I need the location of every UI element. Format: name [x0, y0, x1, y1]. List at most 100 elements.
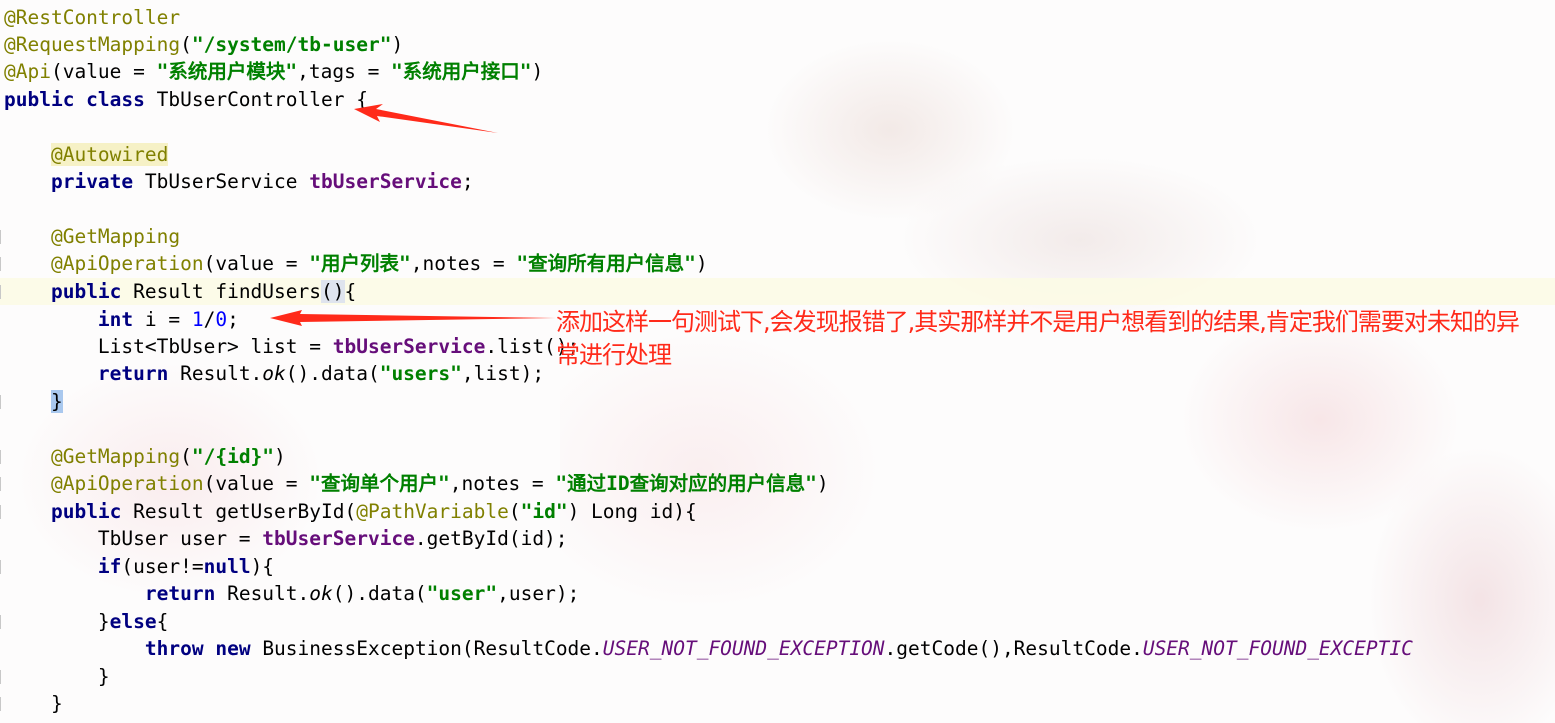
string-literal: "user"	[426, 582, 498, 605]
code-text: .getById(id);	[414, 527, 568, 550]
code-line-18[interactable]: if(user!=null){	[4, 553, 274, 580]
number-literal: 1	[191, 308, 204, 331]
code-text: ().data(	[332, 582, 427, 605]
code-line-15[interactable]: @ApiOperation(value = "查询单个用户",notes = "…	[4, 470, 829, 497]
code-line-9[interactable]: public Result findUsers(){	[4, 278, 356, 305]
code-line-4[interactable]: public class TbUserController {	[4, 86, 368, 113]
code-text: List<TbUser> list =	[97, 335, 333, 358]
code-line-11[interactable]: List<TbUser> list = tbUserService.list()…	[4, 333, 579, 360]
code-text: }	[50, 692, 63, 715]
code-text: ,list);	[461, 362, 545, 385]
code-text: )	[391, 33, 404, 56]
code-text: ,user);	[497, 582, 580, 605]
method-signature: Result findUsers	[121, 280, 322, 303]
code-text: (	[180, 33, 192, 56]
code-text: /	[203, 308, 216, 331]
keyword: return	[97, 362, 169, 385]
code-text: (value =	[50, 60, 157, 83]
paren-match-highlight: ()	[321, 280, 345, 303]
code-text: Result getUserById(	[121, 500, 357, 523]
string-literal: "查询单个用户"	[309, 472, 450, 495]
keyword: if	[97, 555, 122, 578]
string-literal: "/system/tb-user"	[191, 33, 392, 56]
static-method: ok	[262, 362, 286, 385]
code-text: ,tags =	[297, 60, 392, 83]
annotation-highlighted: @Autowired	[50, 143, 169, 166]
keyword: else	[109, 610, 157, 633]
number-literal: 0	[215, 308, 228, 331]
field-name: tbUserService	[309, 170, 462, 193]
code-text: }	[97, 665, 110, 688]
string-literal: "通过ID查询对应的用户信息"	[555, 472, 817, 495]
annotation: @ApiOperation	[50, 472, 204, 495]
code-text: ().data(	[285, 362, 380, 385]
code-text: (value =	[203, 472, 310, 495]
code-text: )	[531, 60, 544, 83]
code-line-23[interactable]: }	[4, 690, 63, 717]
code-line-19[interactable]: return Result.ok().data("user",user);	[4, 580, 579, 607]
code-text: i =	[133, 308, 192, 331]
keyword: public	[50, 500, 122, 523]
string-literal: "用户列表"	[309, 252, 411, 275]
code-line-21[interactable]: throw new BusinessException(ResultCode.U…	[4, 635, 1413, 662]
code-line-10[interactable]: int i = 1/0;	[4, 306, 239, 333]
code-line-16[interactable]: public Result getUserById(@PathVariable(…	[4, 498, 697, 525]
code-line-8[interactable]: @ApiOperation(value = "用户列表",notes = "查询…	[4, 250, 708, 277]
string-literal: "/{id}"	[191, 445, 275, 468]
brace-match-highlight: }	[50, 390, 63, 413]
code-line-7[interactable]: @GetMapping	[4, 223, 180, 250]
keyword: public class	[4, 88, 145, 111]
annotation: @GetMapping	[50, 445, 181, 468]
code-line-6[interactable]: private TbUserService tbUserService;	[4, 168, 474, 195]
code-text: ;	[227, 308, 239, 331]
code-text: Result.	[168, 362, 263, 385]
code-text: ,notes =	[410, 252, 517, 275]
annotation: @ApiOperation	[50, 252, 204, 275]
code-text: BusinessException(ResultCode.	[250, 637, 603, 660]
keyword: null	[203, 555, 251, 578]
keyword: new	[215, 637, 251, 660]
code-line-12[interactable]: return Result.ok().data("users",list);	[4, 360, 544, 387]
annotation: @GetMapping	[50, 225, 181, 248]
static-constant: USER_NOT_FOUND_EXCEPTION	[602, 637, 885, 660]
code-text: )	[695, 252, 708, 275]
type-name: TbUserService	[133, 170, 310, 193]
code-line-20[interactable]: }else{	[4, 608, 168, 635]
code-line-2[interactable]: @RequestMapping("/system/tb-user")	[4, 31, 403, 58]
code-text: (	[180, 445, 192, 468]
keyword: return	[144, 582, 216, 605]
code-text: (user!=	[121, 555, 204, 578]
code-line-5[interactable]: @Autowired	[4, 141, 169, 168]
keyword: public	[50, 280, 122, 303]
arrow-to-division	[270, 310, 556, 326]
string-literal: "users"	[379, 362, 462, 385]
string-literal: "系统用户模块"	[156, 60, 298, 83]
code-line-13[interactable]: }	[4, 388, 63, 415]
arrow-to-class	[354, 104, 498, 133]
code-text: (	[508, 500, 521, 523]
keyword: throw	[144, 637, 204, 660]
code-line-22[interactable]: }	[4, 663, 110, 690]
code-text: Result.	[215, 582, 310, 605]
code-line-1[interactable]: @RestController	[4, 4, 180, 31]
code-text: ){	[250, 555, 275, 578]
code-line-3[interactable]: @Api(value = "系统用户模块",tags = "系统用户接口")	[4, 58, 543, 85]
class-name: TbUserController {	[144, 88, 368, 111]
code-text: {	[156, 610, 169, 633]
code-text: {	[344, 280, 357, 303]
code-line-17[interactable]: TbUser user = tbUserService.getById(id);	[4, 525, 568, 552]
code-text: (value =	[203, 252, 310, 275]
field-name: tbUserService	[262, 527, 415, 550]
code-text: .getCode(),ResultCode.	[884, 637, 1143, 660]
annotation: @RestController	[4, 6, 181, 29]
keyword: private	[50, 170, 134, 193]
code-text: ) Long id){	[567, 500, 697, 523]
string-literal: "id"	[520, 500, 568, 523]
annotation: @Api	[4, 60, 51, 83]
code-line-14[interactable]: @GetMapping("/{id}")	[4, 443, 286, 470]
code-text: )	[816, 472, 829, 495]
string-literal: "系统用户接口"	[391, 60, 532, 83]
code-editor[interactable]: @RestController @RequestMapping("/system…	[0, 0, 1555, 723]
code-text: }	[97, 610, 110, 633]
string-literal: "查询所有用户信息"	[516, 252, 696, 275]
